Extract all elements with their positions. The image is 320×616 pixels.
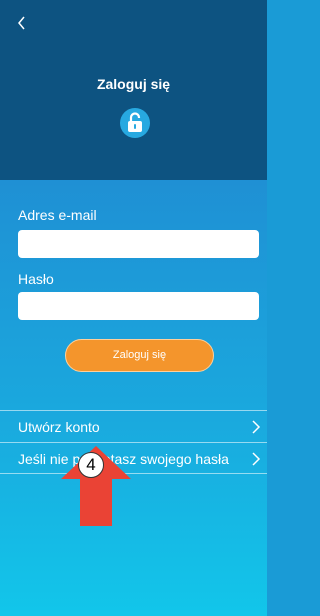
email-label: Adres e-mail <box>18 207 97 223</box>
password-field[interactable] <box>18 292 259 320</box>
chevron-left-icon[interactable] <box>14 12 30 34</box>
annotation-number-badge: 4 <box>78 452 104 478</box>
create-account-label: Utwórz konto <box>18 419 100 435</box>
header-bar: Zaloguj się <box>0 0 267 180</box>
chevron-right-icon <box>252 420 261 434</box>
forgot-password-link[interactable]: Jeśli nie pamiętasz swojego hasła <box>0 442 267 474</box>
unlock-icon <box>120 108 150 138</box>
login-button[interactable]: Zaloguj się <box>65 339 214 372</box>
page-title: Zaloguj się <box>96 76 171 92</box>
create-account-link[interactable]: Utwórz konto <box>0 410 267 442</box>
password-label: Hasło <box>18 271 54 287</box>
email-field[interactable] <box>18 230 259 258</box>
chevron-right-icon <box>252 452 261 466</box>
